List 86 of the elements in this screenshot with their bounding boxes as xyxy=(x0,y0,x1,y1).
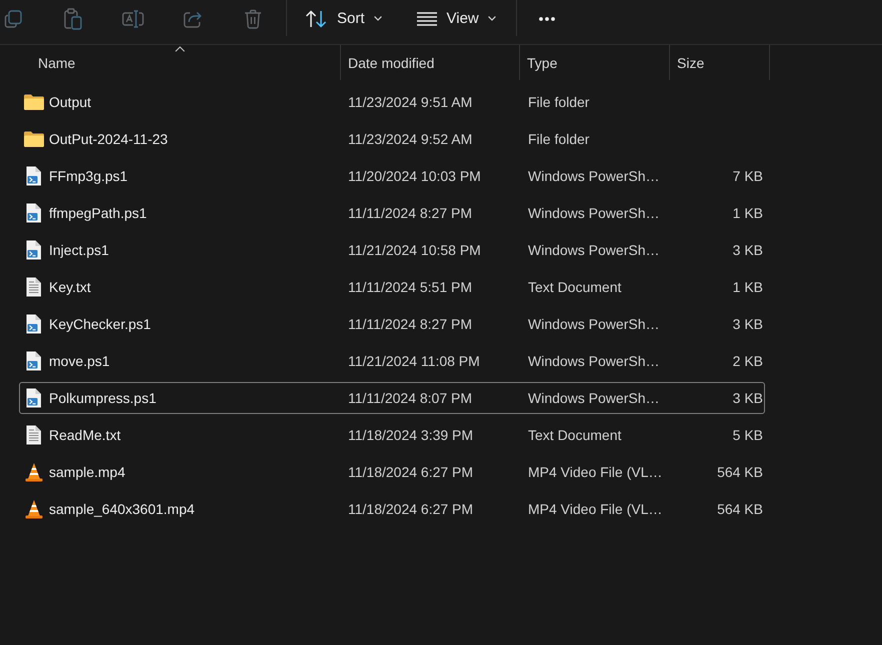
modified-date: 11/20/2024 10:03 PM xyxy=(348,168,481,184)
modified-date: 11/21/2024 10:58 PM xyxy=(348,242,481,258)
file-name: Inject.ps1 xyxy=(49,242,109,258)
modified-date: 11/23/2024 9:51 AM xyxy=(348,94,472,110)
file-type: Windows PowerSh… xyxy=(528,242,660,258)
list-view-icon xyxy=(416,12,437,26)
script-file-icon xyxy=(25,203,42,223)
column-header[interactable]: Type xyxy=(520,45,670,80)
file-type: File folder xyxy=(528,94,590,110)
rename-icon xyxy=(122,10,144,28)
file-size: 564 KB xyxy=(717,501,763,517)
file-size: 564 KB xyxy=(717,464,763,480)
file-row[interactable]: OutPut-2024-11-23 11/23/2024 9:52 AM File folder xyxy=(19,123,765,155)
column-header[interactable]: Name xyxy=(19,45,341,80)
modified-date: 11/11/2024 5:51 PM xyxy=(348,279,472,295)
file-name: FFmp3g.ps1 xyxy=(49,168,128,184)
folder-icon xyxy=(24,131,44,147)
file-name: Key.txt xyxy=(49,279,91,295)
file-row[interactable]: ffmpegPath.ps1 11/11/2024 8:27 PM Windows PowerSh… 1 KB xyxy=(19,197,765,229)
file-name: OutPut-2024-11-23 xyxy=(49,131,168,147)
modified-date: 11/21/2024 11:08 PM xyxy=(348,353,480,369)
modified-date: 11/11/2024 8:27 PM xyxy=(348,316,472,332)
file-name: Polkumpress.ps1 xyxy=(49,390,156,406)
file-name: move.ps1 xyxy=(49,353,110,369)
trash-icon xyxy=(244,8,262,28)
file-type: Text Document xyxy=(528,427,622,443)
file-size: 1 KB xyxy=(732,279,763,295)
file-row[interactable]: Output 11/23/2024 9:51 AM File folder xyxy=(19,86,765,118)
file-type: Windows PowerSh… xyxy=(528,390,660,406)
file-size: 3 KB xyxy=(732,390,763,406)
file-size: 3 KB xyxy=(732,316,763,332)
modified-date: 11/18/2024 6:27 PM xyxy=(348,464,474,480)
file-type: File folder xyxy=(528,131,590,147)
text-file-icon xyxy=(25,277,42,297)
file-row[interactable]: Polkumpress.ps1 11/11/2024 8:07 PM Windows PowerSh… 3 KB xyxy=(19,382,765,414)
modified-date: 11/18/2024 6:27 PM xyxy=(348,501,474,517)
file-size: 1 KB xyxy=(732,205,763,221)
file-type: Windows PowerSh… xyxy=(528,205,660,221)
file-size: 3 KB xyxy=(732,242,763,258)
file-row[interactable]: ReadMe.txt 11/18/2024 3:39 PM Text Document 5 KB xyxy=(19,419,765,451)
traffic-cone-icon xyxy=(24,462,44,482)
file-type: Windows PowerSh… xyxy=(528,353,660,369)
column-header[interactable]: Date modified xyxy=(341,45,520,80)
more-icon xyxy=(538,16,555,20)
text-file-icon xyxy=(25,425,42,445)
file-type: Windows PowerSh… xyxy=(528,168,660,184)
script-file-icon xyxy=(25,351,42,371)
sort-icon xyxy=(305,10,327,28)
file-name: sample_640x3601.mp4 xyxy=(49,501,195,517)
file-size: 2 KB xyxy=(732,353,763,369)
file-row[interactable]: KeyChecker.ps1 11/11/2024 8:27 PM Windows PowerSh… 3 KB xyxy=(19,308,765,340)
chevron-down-icon xyxy=(374,16,382,21)
script-file-icon xyxy=(25,166,42,186)
column-header[interactable]: Size xyxy=(670,45,770,80)
folder-icon xyxy=(24,94,44,110)
sort-button[interactable]: Sort xyxy=(297,0,390,37)
copy-icon xyxy=(4,10,22,28)
file-name: Output xyxy=(49,94,92,110)
file-type: Text Document xyxy=(528,279,622,295)
file-size: 5 KB xyxy=(732,427,763,443)
file-size: 7 KB xyxy=(732,168,763,184)
file-row[interactable]: sample_640x3601.mp4 11/18/2024 6:27 PM MP4 Video File (VL… 564 KB xyxy=(19,493,765,525)
traffic-cone-icon xyxy=(24,499,44,519)
file-name: ffmpegPath.ps1 xyxy=(49,205,147,221)
file-row[interactable]: Inject.ps1 11/21/2024 10:58 PM Windows PowerSh… 3 KB xyxy=(19,234,765,266)
modified-date: 11/23/2024 9:52 AM xyxy=(348,131,472,147)
share-icon xyxy=(183,10,203,28)
file-type: MP4 Video File (VL… xyxy=(528,501,662,517)
script-file-icon xyxy=(25,314,42,334)
view-button[interactable]: View xyxy=(408,0,504,37)
modified-date: 11/11/2024 8:27 PM xyxy=(348,205,472,221)
file-row[interactable]: FFmp3g.ps1 11/20/2024 10:03 PM Windows PowerSh… 7 KB xyxy=(19,160,765,192)
clipboard-icon xyxy=(64,8,82,30)
file-row[interactable]: move.ps1 11/21/2024 11:08 PM Windows PowerSh… 2 KB xyxy=(19,345,765,377)
script-file-icon xyxy=(25,240,42,260)
file-row[interactable]: Key.txt 11/11/2024 5:51 PM Text Document 1 KB xyxy=(19,271,765,303)
script-file-icon xyxy=(25,388,42,408)
chevron-down-icon xyxy=(488,16,496,21)
file-name: sample.mp4 xyxy=(49,464,126,480)
modified-date: 11/11/2024 8:07 PM xyxy=(348,390,472,406)
file-type: MP4 Video File (VL… xyxy=(528,464,662,480)
modified-date: 11/18/2024 3:39 PM xyxy=(348,427,474,443)
file-type: Windows PowerSh… xyxy=(528,316,660,332)
file-row[interactable]: sample.mp4 11/18/2024 6:27 PM MP4 Video File (VL… 564 KB xyxy=(19,456,765,488)
file-name: ReadMe.txt xyxy=(49,427,121,443)
file-name: KeyChecker.ps1 xyxy=(49,316,151,332)
